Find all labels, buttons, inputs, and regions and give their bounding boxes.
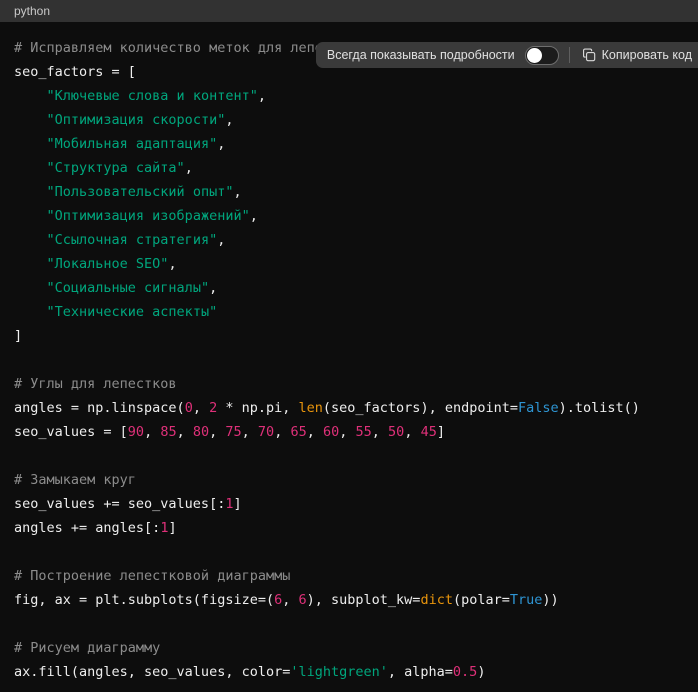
copy-icon	[582, 48, 596, 62]
code-line: "Ключевые слова и контент",	[14, 84, 684, 108]
code-line: # Замыкаем круг	[14, 468, 684, 492]
code-body: # Исправляем количество меток для лепест…	[0, 22, 698, 684]
code-line: ax.fill(angles, seo_values, color='light…	[14, 660, 684, 684]
code-toolbar: Всегда показывать подробности Копировать…	[316, 42, 698, 68]
code-line: # Рисуем диаграмму	[14, 636, 684, 660]
code-block-header: python	[0, 0, 698, 22]
copy-code-button[interactable]: Копировать код	[580, 48, 694, 62]
copy-code-label: Копировать код	[602, 48, 692, 62]
code-line	[14, 540, 684, 564]
code-line: "Оптимизация скорости",	[14, 108, 684, 132]
code-lines: # Исправляем количество меток для лепест…	[14, 36, 684, 684]
code-line: ]	[14, 324, 684, 348]
code-line	[14, 444, 684, 468]
toolbar-divider	[569, 47, 570, 63]
code-line: "Локальное SEO",	[14, 252, 684, 276]
code-line: "Оптимизация изображений",	[14, 204, 684, 228]
code-line: angles += angles[:1]	[14, 516, 684, 540]
language-label: python	[14, 4, 50, 18]
code-line: fig, ax = plt.subplots(figsize=(6, 6), s…	[14, 588, 684, 612]
code-line: # Построение лепестковой диаграммы	[14, 564, 684, 588]
code-line: # Углы для лепестков	[14, 372, 684, 396]
always-show-details-toggle[interactable]	[525, 46, 559, 65]
code-line: "Социальные сигналы",	[14, 276, 684, 300]
code-line: seo_values = [90, 85, 80, 75, 70, 65, 60…	[14, 420, 684, 444]
code-line: "Ссылочная стратегия",	[14, 228, 684, 252]
code-line	[14, 348, 684, 372]
toggle-knob-icon	[527, 48, 542, 63]
code-line: "Структура сайта",	[14, 156, 684, 180]
code-line: "Технические аспекты"	[14, 300, 684, 324]
code-line	[14, 612, 684, 636]
code-line: angles = np.linspace(0, 2 * np.pi, len(s…	[14, 396, 684, 420]
code-line: "Мобильная адаптация",	[14, 132, 684, 156]
always-show-details-label: Всегда показывать подробности	[327, 48, 515, 62]
code-block-window: python # Исправляем количество меток для…	[0, 0, 698, 692]
code-line: "Пользовательский опыт",	[14, 180, 684, 204]
code-line: seo_values += seo_values[:1]	[14, 492, 684, 516]
